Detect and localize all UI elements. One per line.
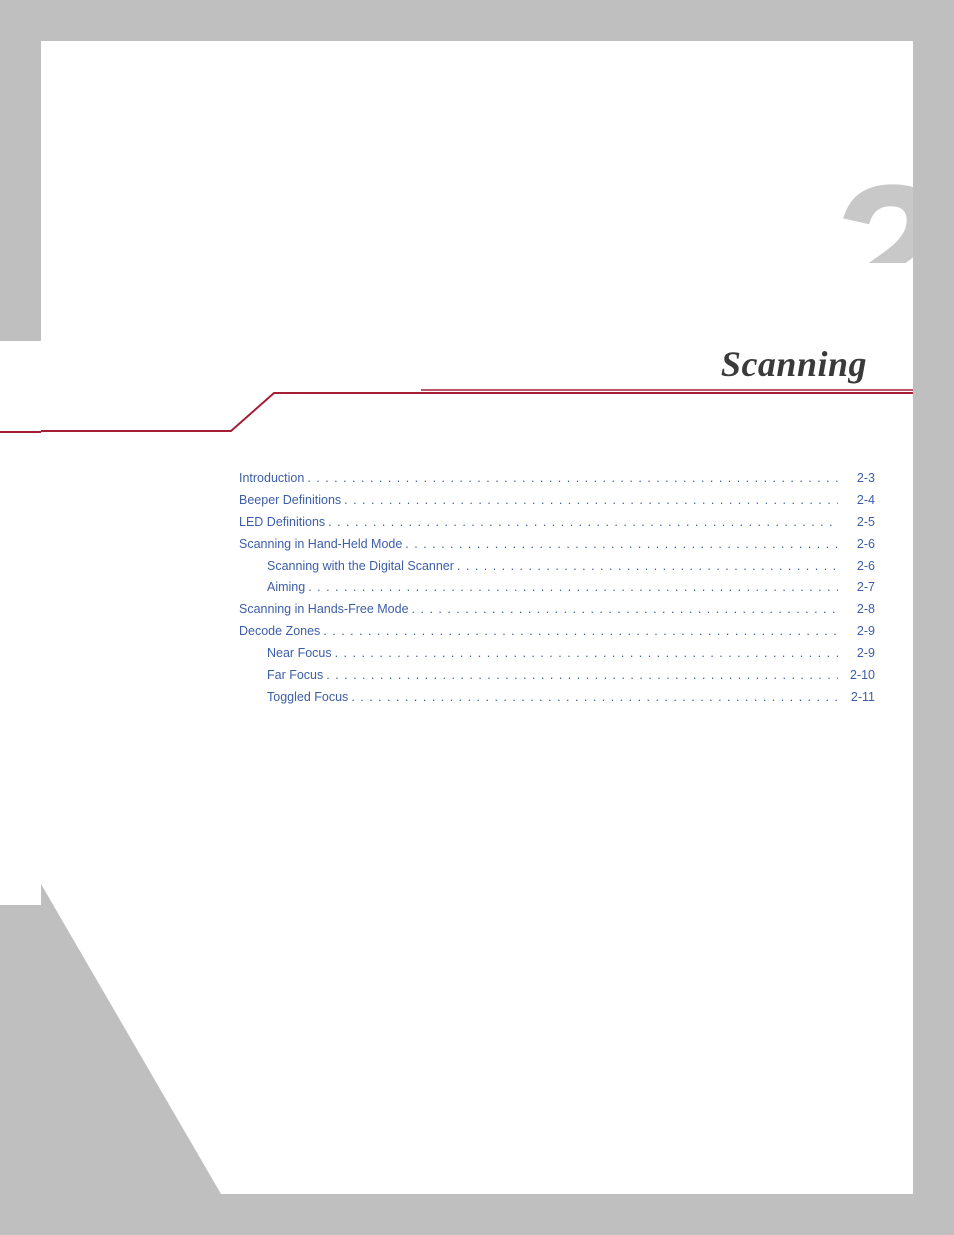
page-bleed-left [0,341,41,905]
toc-leader-dots [457,556,838,578]
toc-leader-dots [326,665,838,687]
toc-entry-label: Introduction [239,468,304,490]
toc-leader-dots [323,621,838,643]
toc-entry-label: Decode Zones [239,621,320,643]
toc-entry[interactable]: Scanning in Hand-Held Mode 2-6 [239,534,875,556]
corner-wedge [41,884,221,1194]
toc-entry[interactable]: Introduction 2-3 [239,468,875,490]
divider-rule [41,389,913,469]
toc-entry-page: 2-8 [841,599,875,621]
toc-entry-label: Far Focus [267,665,323,687]
toc-entry[interactable]: LED Definitions 2-5 [239,512,875,534]
toc-entry-label: Scanning in Hands-Free Mode [239,599,409,621]
toc-entry[interactable]: Near Focus 2-9 [239,643,875,665]
toc-entry-page: 2-9 [841,621,875,643]
toc-entry[interactable]: Decode Zones 2-9 [239,621,875,643]
toc-entry[interactable]: Scanning with the Digital Scanner 2-6 [239,556,875,578]
toc-leader-dots [335,643,838,665]
toc-entry[interactable]: Aiming 2-7 [239,577,875,599]
toc-entry-page: 2-9 [841,643,875,665]
toc-entry-label: Aiming [267,577,305,599]
page: 2 Scanning Introduction2-3Beeper Definit… [41,41,913,1194]
toc-entry-page: 2-11 [841,687,875,709]
toc-entry[interactable]: Beeper Definitions 2-4 [239,490,875,512]
toc-entry-page: 2-3 [841,468,875,490]
toc-entry-page: 2-7 [841,577,875,599]
chapter-title: Scanning [721,343,867,385]
toc-entry[interactable]: Toggled Focus 2-11 [239,687,875,709]
toc-entry-page: 2-4 [841,490,875,512]
toc-entry[interactable]: Scanning in Hands-Free Mode 2-8 [239,599,875,621]
toc-entry-page: 2-6 [841,534,875,556]
toc-entry-page: 2-10 [841,665,875,687]
rule-bleed-left [0,431,41,433]
toc-entry-page: 2-5 [841,512,875,534]
toc-leader-dots [412,599,838,621]
toc-leader-dots [344,490,838,512]
chapter-number-clip [673,263,913,347]
toc-entry-label: Near Focus [267,643,332,665]
toc-entry-label: Scanning with the Digital Scanner [267,556,454,578]
toc-leader-dots [328,512,838,534]
toc-leader-dots [351,687,838,709]
table-of-contents: Introduction2-3Beeper Definitions2-4LED … [239,468,875,709]
toc-entry[interactable]: Far Focus 2-10 [239,665,875,687]
toc-leader-dots [308,577,838,599]
toc-entry-label: Toggled Focus [267,687,348,709]
toc-entry-label: Beeper Definitions [239,490,341,512]
toc-leader-dots [405,534,838,556]
toc-leader-dots [307,468,838,490]
toc-entry-label: LED Definitions [239,512,325,534]
toc-entry-page: 2-6 [841,556,875,578]
toc-entry-label: Scanning in Hand-Held Mode [239,534,402,556]
